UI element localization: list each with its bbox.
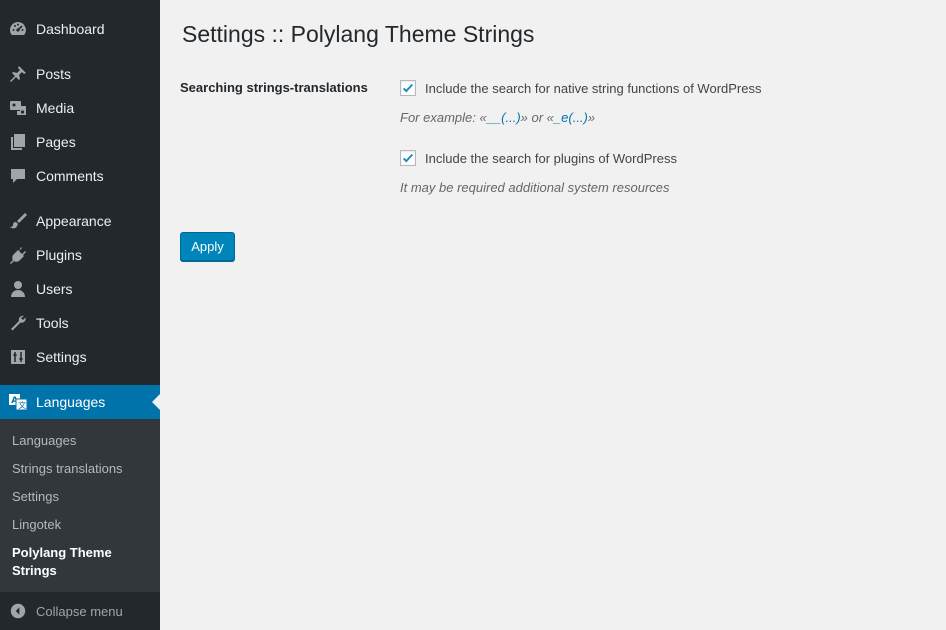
desc-text: For example: «	[400, 110, 487, 125]
page-title: Settings :: Polylang Theme Strings	[182, 21, 535, 47]
sidebar-item-label: Dashboard	[36, 21, 105, 37]
sidebar-item-appearance[interactable]: Appearance	[0, 204, 160, 238]
native-functions-checkbox[interactable]	[400, 80, 416, 96]
collapse-arrow-icon	[0, 602, 36, 620]
submenu-item-strings-translations[interactable]: Strings translations	[12, 460, 152, 478]
sidebar-item-tools[interactable]: Tools	[0, 306, 160, 340]
sidebar-item-pages[interactable]: Pages	[0, 125, 160, 159]
sidebar-item-users[interactable]: Users	[0, 272, 160, 306]
sidebar-item-label: Comments	[36, 168, 104, 184]
collapse-menu-label: Collapse menu	[36, 603, 123, 619]
wrench-icon	[0, 313, 36, 333]
sidebar-item-languages[interactable]: A文 Languages	[0, 385, 160, 419]
plug-icon	[0, 245, 36, 265]
sidebar-item-settings[interactable]: Settings	[0, 340, 160, 374]
pushpin-icon	[0, 64, 36, 84]
submenu-item-languages[interactable]: Languages	[12, 432, 152, 450]
plugins-checkbox[interactable]	[400, 150, 416, 166]
sidebar-item-label: Users	[36, 281, 73, 297]
languages-submenu: Languages Strings translations Settings …	[0, 419, 160, 592]
active-indicator-arrow	[152, 394, 160, 410]
native-functions-description: For example: «__(...)» or «_e(...)»	[400, 110, 595, 125]
admin-sidebar: Dashboard Posts Media Pages Comments App…	[0, 0, 160, 630]
plugins-description: It may be required additional system res…	[400, 180, 670, 195]
svg-text:文: 文	[18, 400, 26, 410]
collapse-menu-button[interactable]: Collapse menu	[0, 592, 160, 630]
sidebar-item-label: Media	[36, 100, 75, 116]
sliders-icon	[0, 347, 36, 367]
sidebar-item-posts[interactable]: Posts	[0, 57, 160, 91]
submenu-item-settings[interactable]: Settings	[12, 488, 152, 506]
media-icon	[0, 98, 36, 118]
dashboard-icon	[0, 19, 36, 39]
user-icon	[0, 279, 36, 299]
sidebar-item-label: Tools	[36, 315, 69, 331]
sidebar-item-label: Posts	[36, 66, 72, 82]
plugins-option[interactable]: Include the search for plugins of WordPr…	[400, 150, 677, 166]
code-example-e: _e(...)	[553, 110, 588, 125]
sidebar-item-label: Plugins	[36, 247, 82, 263]
sidebar-item-comments[interactable]: Comments	[0, 159, 160, 193]
submenu-item-polylang-theme-strings[interactable]: Polylang Theme Strings	[12, 544, 122, 580]
desc-text: » or «	[520, 110, 554, 125]
checkmark-icon	[402, 153, 414, 163]
submenu-item-lingotek[interactable]: Lingotek	[12, 516, 152, 534]
native-functions-label: Include the search for native string fun…	[425, 80, 762, 96]
translation-icon: A文	[0, 392, 36, 412]
checkmark-icon	[402, 83, 414, 93]
paintbrush-icon	[0, 211, 36, 231]
sidebar-item-dashboard[interactable]: Dashboard	[0, 12, 160, 46]
field-label-search: Searching strings-translations	[180, 80, 368, 95]
native-functions-option[interactable]: Include the search for native string fun…	[400, 80, 761, 96]
sidebar-item-plugins[interactable]: Plugins	[0, 238, 160, 272]
sidebar-item-label: Settings	[36, 349, 87, 365]
sidebar-item-label: Appearance	[36, 213, 112, 229]
apply-button[interactable]: Apply	[180, 232, 235, 261]
sidebar-item-label: Languages	[36, 394, 106, 410]
plugins-label: Include the search for plugins of WordPr…	[425, 150, 677, 166]
comment-icon	[0, 166, 36, 186]
sidebar-item-media[interactable]: Media	[0, 91, 160, 125]
pages-icon	[0, 132, 36, 152]
code-example-gettext: __(...)	[486, 110, 521, 125]
desc-text: »	[587, 110, 596, 125]
sidebar-item-label: Pages	[36, 134, 76, 150]
